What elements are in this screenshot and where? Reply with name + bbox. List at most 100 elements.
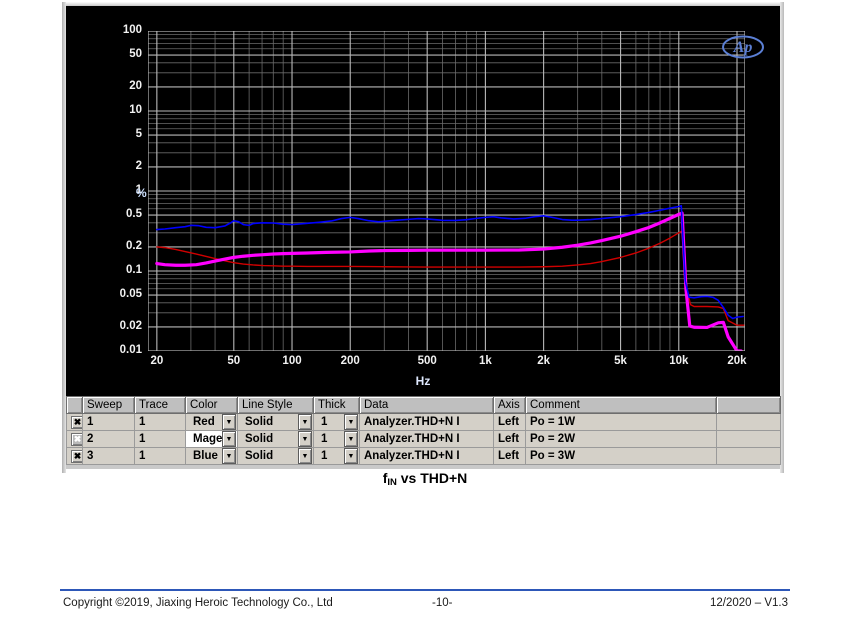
cell-axis[interactable]: Left [493, 413, 526, 431]
footer-divider [60, 589, 790, 591]
cell-thick-value: 1 [321, 433, 328, 445]
x-tick-label: 10k [669, 355, 689, 367]
y-tick-label: 0.5 [126, 208, 142, 221]
cell-axis[interactable]: Left [493, 430, 526, 448]
svg-text:Ap: Ap [733, 39, 753, 56]
checkbox-x-icon[interactable]: ✖ [71, 449, 82, 463]
cell-line-style[interactable]: Solid ▼ [237, 430, 314, 448]
cell-comment[interactable]: Po = 1W [525, 413, 717, 431]
audio-precision-logo-icon: Ap [722, 35, 764, 59]
cell-data[interactable]: Analyzer.THD+N I [359, 413, 494, 431]
cell-sweep[interactable]: 1 [82, 413, 135, 431]
cell-color-value: Red [193, 416, 215, 428]
cell-line-style[interactable]: Solid ▼ [237, 413, 314, 431]
cell-trace[interactable]: 1 [134, 413, 186, 431]
x-tick-label: 500 [417, 355, 437, 367]
footer-copyright: Copyright ©2019, Jiaxing Heroic Technolo… [63, 597, 333, 609]
y-tick-label: 1 [135, 184, 142, 196]
table-row[interactable]: ✖21Magen▼Solid▼1▼Analyzer.THD+N ILeftPo … [66, 430, 781, 448]
col-header-color[interactable]: Color [185, 396, 238, 414]
row-enable-cell[interactable]: ✖ [66, 413, 83, 431]
table-header-row: Sweep Trace Color Line Style Thick Data … [66, 396, 781, 414]
plot-area[interactable] [148, 31, 745, 351]
chevron-down-icon[interactable]: ▼ [222, 414, 236, 430]
chevron-down-icon[interactable]: ▼ [344, 431, 358, 447]
ap-analyzer-window: 100 50 20 10 5 2 1 0.5 0.2 0.1 0.05 0.02 0.01 20 50 10… [62, 2, 784, 473]
cell-color-value: Blue [193, 450, 218, 462]
y-axis-title: % [136, 186, 147, 200]
chevron-down-icon[interactable]: ▼ [222, 448, 236, 464]
x-axis-title: Hz [415, 374, 431, 388]
table-row[interactable]: ✖ 1 1 Red ▼ Solid ▼ 1 ▼ Analyzer.THD+N I Left Po = … [66, 413, 781, 431]
cell-thick[interactable]: 1 ▼ [313, 447, 360, 465]
row-enable-cell[interactable]: ✖ [66, 430, 83, 448]
footer-page-number: -10- [432, 597, 453, 609]
checkbox-x-icon[interactable]: ✖ [71, 415, 82, 429]
cell-spare[interactable] [716, 413, 781, 431]
y-tick-label: 20 [129, 79, 142, 92]
chevron-down-icon[interactable]: ▼ [222, 431, 236, 447]
col-header-spare[interactable] [716, 396, 781, 414]
caption-suffix: vs THD+N [396, 470, 468, 486]
cell-axis[interactable]: Left [493, 447, 526, 465]
x-tick-label: 100 [282, 355, 302, 367]
y-tick-label: 50 [129, 48, 142, 61]
cell-spare[interactable] [716, 430, 781, 448]
x-tick-label: 2k [537, 355, 550, 367]
x-tick-label: 200 [340, 355, 360, 367]
row-enable-cell[interactable]: ✖ [66, 447, 83, 465]
chevron-down-icon[interactable]: ▼ [344, 448, 358, 464]
y-tick-label: 0.05 [119, 288, 142, 301]
table-row[interactable]: ✖ 3 1 Blue ▼ Solid ▼ 1 ▼ Analyzer.THD+N I Left Po =… [66, 447, 781, 465]
cell-comment[interactable]: Po = 3W [525, 447, 717, 465]
page-footer: Copyright ©2019, Jiaxing Heroic Technolo… [60, 595, 790, 617]
y-tick-label: 5 [135, 128, 142, 141]
x-tick-label: 5k [614, 355, 627, 367]
cell-thick[interactable]: 1 ▼ [313, 413, 360, 431]
cell-thick-value: 1 [321, 450, 328, 462]
chevron-down-icon[interactable]: ▼ [298, 448, 312, 464]
x-tick-label: 50 [227, 355, 241, 367]
col-header-data[interactable]: Data [359, 396, 494, 414]
checkbox-x-icon[interactable]: ✖ [71, 432, 82, 446]
cell-spare[interactable] [716, 447, 781, 465]
graph-canvas[interactable]: 100 50 20 10 5 2 1 0.5 0.2 0.1 0.05 0.02 0.01 20 50 10… [66, 6, 780, 389]
cell-line-style[interactable]: Solid ▼ [237, 447, 314, 465]
chevron-down-icon[interactable]: ▼ [344, 414, 358, 430]
cell-line-style-value: Solid [245, 433, 274, 445]
cell-color[interactable]: Red ▼ [185, 413, 238, 431]
figure-caption: fIN vs THD+N [0, 470, 850, 488]
x-tick-label: 1k [478, 355, 492, 367]
col-header-comment[interactable]: Comment [525, 396, 717, 414]
y-tick-label: 2 [135, 159, 142, 172]
col-header-thick[interactable]: Thick [313, 396, 360, 414]
col-header-axis[interactable]: Axis [493, 396, 526, 414]
cell-trace[interactable]: 1 [134, 430, 186, 448]
y-tick-label: 100 [122, 24, 142, 36]
cell-color[interactable]: Magen▼ [185, 430, 238, 448]
caption-subscript: IN [387, 477, 397, 488]
cell-sweep[interactable]: 3 [82, 447, 135, 465]
cell-trace[interactable]: 1 [134, 447, 186, 465]
cell-color-value: Magen [193, 433, 222, 445]
y-tick-label: 0.02 [119, 319, 142, 332]
trace-legend-table[interactable]: Sweep Trace Color Line Style Thick Data … [66, 396, 781, 469]
col-header-sweep[interactable]: Sweep [82, 396, 135, 414]
col-header-trace[interactable]: Trace [134, 396, 186, 414]
table-body[interactable]: ✖ 1 1 Red ▼ Solid ▼ 1 ▼ Analyzer.THD+N I Left Po = … [66, 413, 781, 465]
footer-version: 12/2020 – V1.3 [709, 597, 788, 609]
cell-sweep[interactable]: 2 [82, 430, 135, 448]
cell-data[interactable]: Analyzer.THD+N I [359, 447, 494, 465]
cell-color[interactable]: Blue ▼ [185, 447, 238, 465]
chevron-down-icon[interactable]: ▼ [298, 431, 312, 447]
col-header-line-style[interactable]: Line Style [237, 396, 314, 414]
cell-data[interactable]: Analyzer.THD+N I [359, 430, 494, 448]
cell-comment[interactable]: Po = 2W [525, 430, 717, 448]
chevron-down-icon[interactable]: ▼ [298, 414, 312, 430]
x-tick-label: 20k [727, 355, 747, 367]
cell-thick[interactable]: 1 ▼ [313, 430, 360, 448]
x-tick-label: 20 [150, 355, 164, 367]
cell-line-style-value: Solid [245, 416, 274, 428]
y-tick-label: 0.1 [126, 264, 142, 276]
col-header-enable[interactable] [66, 396, 83, 414]
